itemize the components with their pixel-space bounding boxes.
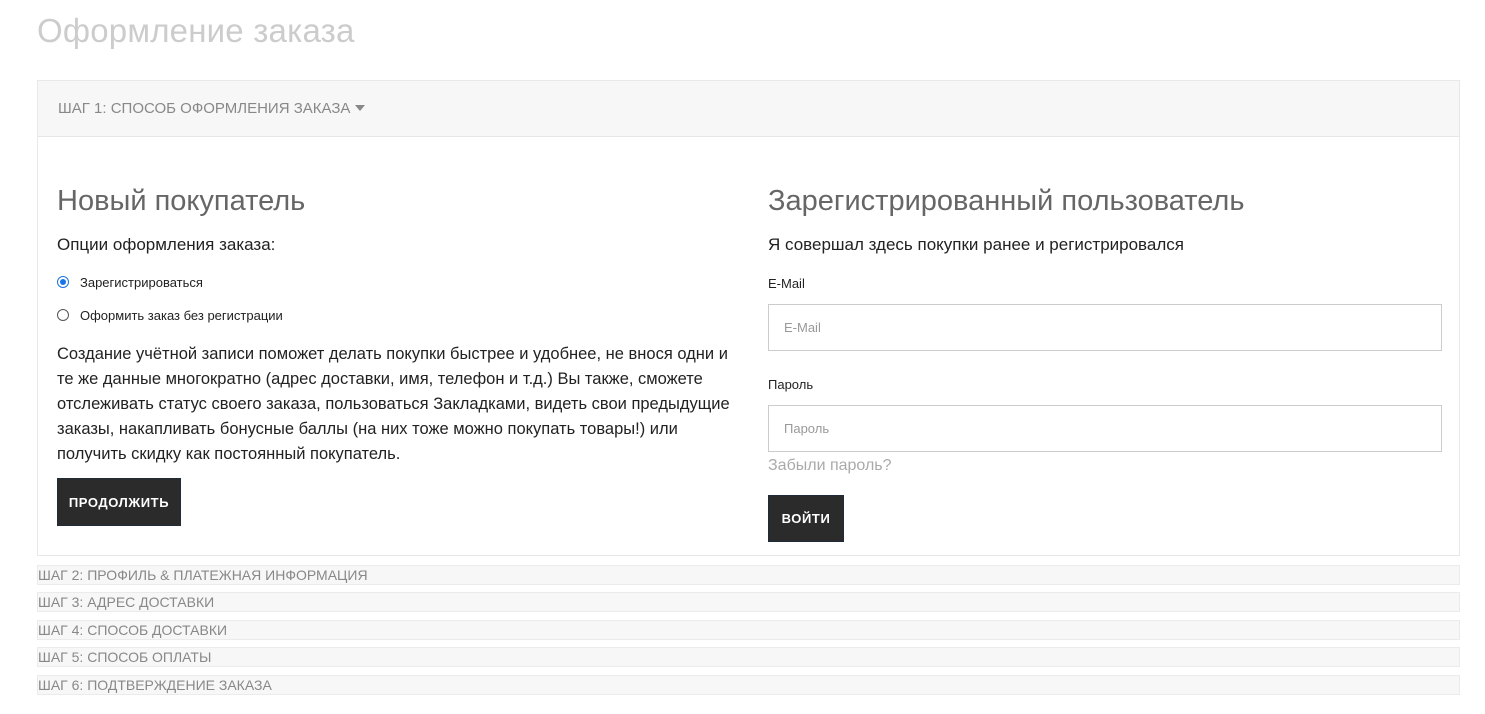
forgot-password-link[interactable]: Забыли пароль? (768, 457, 1442, 475)
password-field[interactable] (768, 405, 1442, 452)
step1-heading[interactable]: ШАГ 1: СПОСОБ ОФОРМЛЕНИЯ ЗАКАЗА (38, 81, 1459, 137)
checkout-page: Оформление заказа ШАГ 1: СПОСОБ ОФОРМЛЕН… (0, 0, 1485, 714)
step1-panel: ШАГ 1: СПОСОБ ОФОРМЛЕНИЯ ЗАКАЗА Новый по… (37, 80, 1460, 556)
step6-heading[interactable]: ШАГ 6: ПОДТВЕРЖДЕНИЕ ЗАКАЗА (37, 675, 1460, 695)
new-customer-column: Новый покупатель Опции оформления заказа… (57, 181, 737, 526)
checkout-options-label: Опции оформления заказа: (57, 235, 276, 254)
option-register-label: Зарегистрироваться (80, 274, 203, 290)
caret-down-icon (355, 104, 366, 111)
registered-user-title: Зарегистрированный пользователь (768, 185, 1245, 217)
account-benefits-text: Создание учётной записи поможет делать п… (57, 345, 730, 463)
email-field[interactable] (768, 304, 1442, 351)
step2-heading[interactable]: ШАГ 2: ПРОФИЛЬ & ПЛАТЕЖНАЯ ИНФОРМАЦИЯ (37, 565, 1460, 585)
email-label: E-Mail (768, 276, 805, 291)
new-customer-title: Новый покупатель (57, 185, 306, 217)
continue-button[interactable]: ПРОДОЛЖИТЬ (57, 478, 181, 526)
step4-heading[interactable]: ШАГ 4: СПОСОБ ДОСТАВКИ (37, 620, 1460, 640)
registered-user-column: Зарегистрированный пользователь Я соверш… (768, 181, 1442, 542)
step1-heading-label: ШАГ 1: СПОСОБ ОФОРМЛЕНИЯ ЗАКАЗА (58, 100, 351, 117)
option-guest-label: Оформить заказ без регистрации (80, 307, 283, 323)
step5-heading[interactable]: ШАГ 5: СПОСОБ ОПЛАТЫ (37, 647, 1460, 667)
step3-heading[interactable]: ШАГ 3: АДРЕС ДОСТАВКИ (37, 592, 1460, 612)
password-label: Пароль (768, 377, 814, 392)
radio-guest[interactable] (57, 309, 69, 321)
radio-register[interactable] (57, 276, 69, 288)
registered-user-subtitle: Я совершал здесь покупки ранее и регистр… (768, 235, 1184, 254)
login-button[interactable]: ВОЙТИ (768, 495, 844, 542)
page-title: Оформление заказа (37, 12, 355, 49)
option-register[interactable]: Зарегистрироваться (57, 273, 737, 291)
option-guest[interactable]: Оформить заказ без регистрации (57, 306, 737, 324)
